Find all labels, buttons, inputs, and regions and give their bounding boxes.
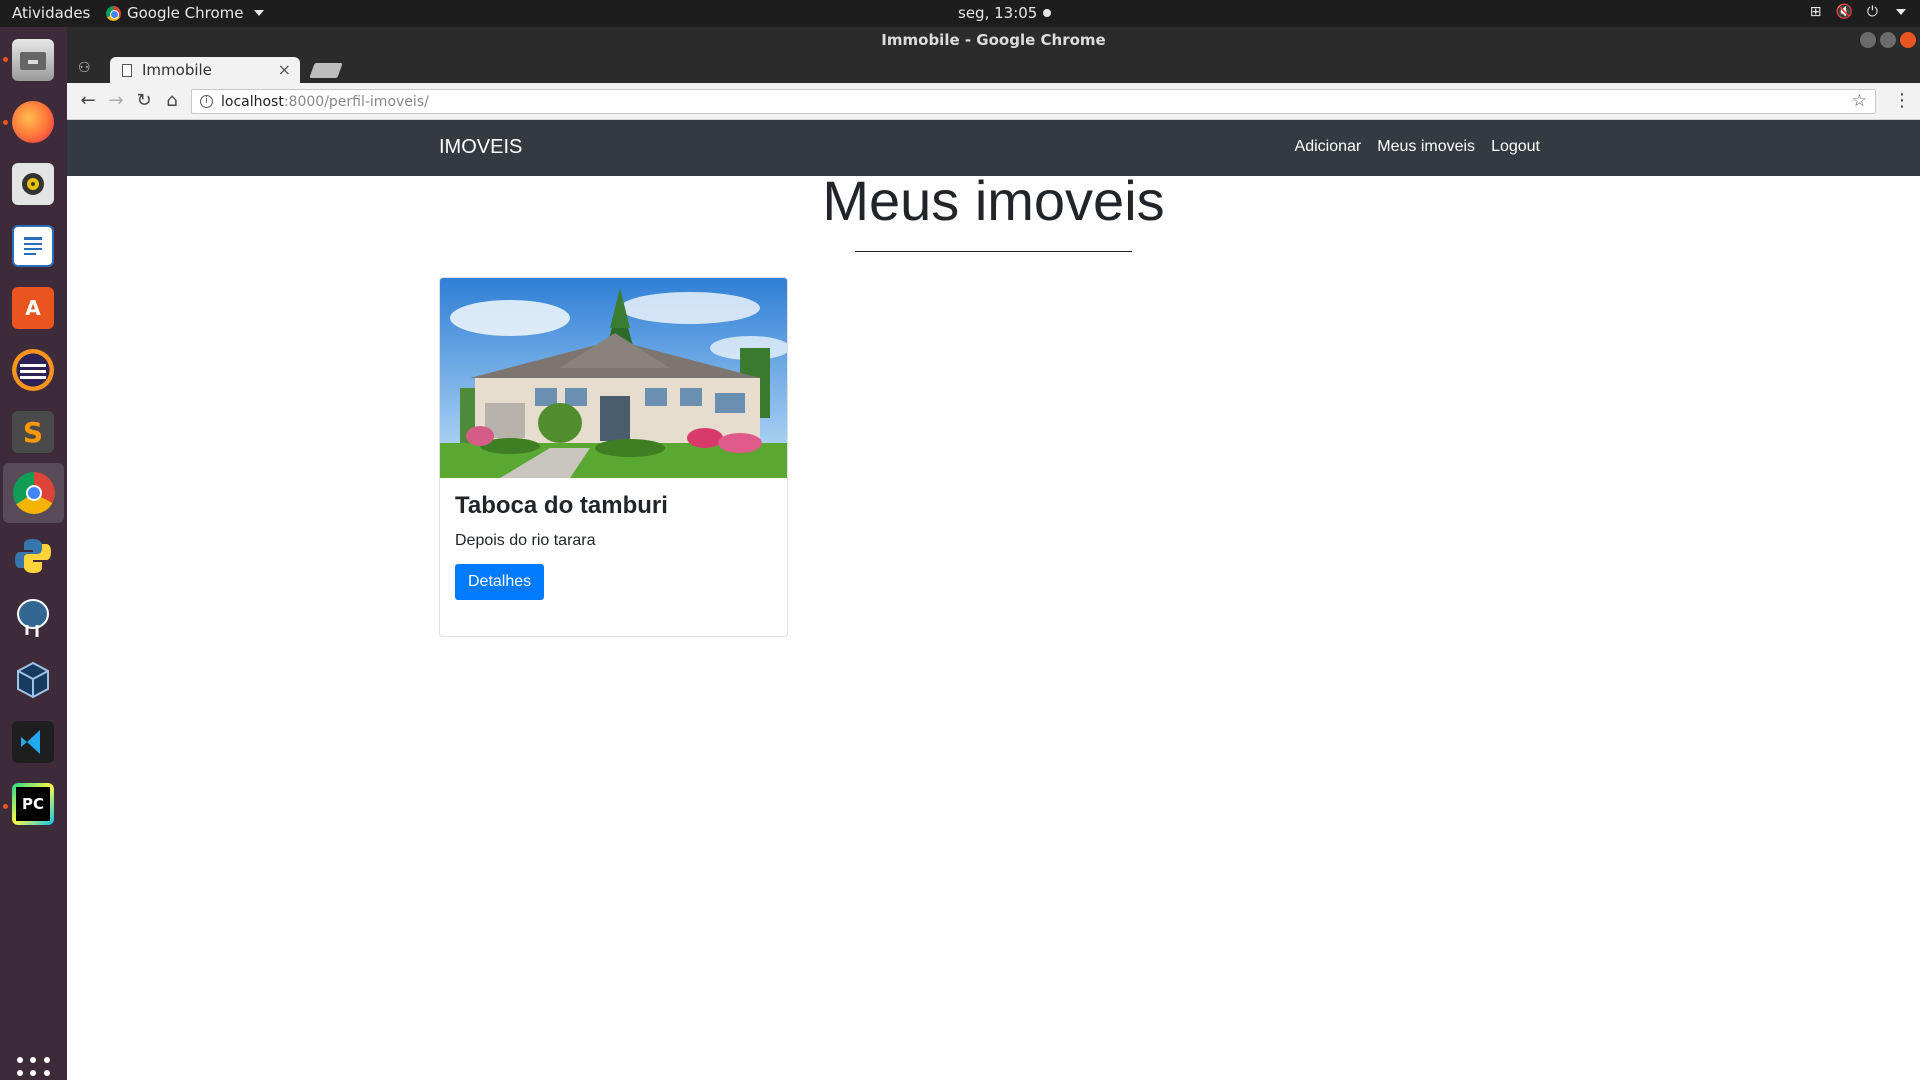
card-description: Depois do rio tarara [455,532,596,549]
tab-immobile[interactable]: Immobile × [110,57,300,83]
bookmark-star-icon[interactable]: ☆ [1852,91,1867,111]
notification-dot-icon [1043,9,1052,17]
clock-label: seg, 13:05 [958,4,1038,22]
browser-toolbar: ← → ↻ ⌂ i localhost:8000/perfil-imoveis/… [67,83,1920,120]
clock[interactable]: seg, 13:05 [958,4,1052,22]
network-icon[interactable]: ⊞ [1810,4,1822,20]
new-tab-button[interactable] [309,63,343,78]
virtualbox-icon [12,659,54,701]
dock-item-rhythmbox[interactable] [8,159,58,209]
card-title: Taboca do tamburi [455,492,668,519]
dock-item-vscode[interactable] [8,717,58,767]
dock-item-sublime-text[interactable]: S [8,407,58,457]
activities-button[interactable]: Atividades [12,4,90,22]
dock-item-eclipse[interactable] [8,345,58,395]
volume-icon[interactable]: 🔇 [1835,4,1852,20]
dock-item-firefox[interactable] [8,97,58,147]
dock-item-virtualbox[interactable] [8,655,58,705]
home-icon[interactable]: ⌂ [161,90,183,111]
chevron-down-icon[interactable] [1896,9,1906,15]
nav-link-meus-imoveis[interactable]: Meus imoveis [1377,138,1475,156]
dock: A S PC [0,27,67,1090]
title-divider [855,251,1132,252]
forward-arrow-icon[interactable]: → [105,90,127,111]
pycharm-icon: PC [12,783,54,825]
tab-title: Immobile [142,61,212,79]
app-menu[interactable]: Google Chrome [106,4,264,22]
chevron-down-icon [253,10,264,16]
file-manager-icon [12,39,54,81]
property-image [440,278,787,478]
close-window-button[interactable] [1900,32,1916,48]
chrome-icon [106,5,121,21]
navbar-links: Adicionar Meus imoveis Logout [1295,138,1540,156]
python-icon [12,535,54,577]
dock-item-google-chrome[interactable] [3,463,64,523]
property-card: Taboca do tamburi Depois do rio tarara D… [439,277,788,637]
minimize-button[interactable] [1860,32,1876,48]
window-titlebar[interactable]: Immobile - Google Chrome [67,27,1920,54]
window-title: Immobile - Google Chrome [881,31,1106,49]
navbar-brand[interactable]: IMOVEIS [439,136,522,159]
dock-item-ubuntu-software[interactable]: A [8,283,58,333]
system-tray[interactable]: ⊞ 🔇 ⏻ [1810,4,1906,20]
elephant-icon [12,597,54,639]
app-menu-label: Google Chrome [127,4,244,22]
power-icon[interactable]: ⏻ [1867,4,1878,20]
chrome-icon [12,472,55,514]
show-applications-icon[interactable] [17,1057,51,1091]
maximize-button[interactable] [1880,32,1896,48]
tab-strip: ⚇ Immobile × [67,54,1920,83]
card-body: Taboca do tamburi Depois do rio tarara D… [440,478,787,614]
url-path: :8000/perfil-imoveis/ [283,93,429,110]
address-bar[interactable]: i localhost:8000/perfil-imoveis/ ☆ [191,89,1876,114]
eclipse-icon [12,349,54,391]
close-icon[interactable]: × [278,60,291,79]
window-controls [1860,32,1916,48]
chrome-menu-icon[interactable]: ⋮ [1893,90,1911,111]
firefox-icon [12,101,54,143]
system-top-bar: Atividades Google Chrome seg, 13:05 ⊞ 🔇 … [0,0,1920,27]
vscode-icon [12,721,54,763]
page-icon [122,63,132,77]
speaker-icon [12,163,54,205]
sublime-icon: S [12,411,54,453]
url-host: localhost [221,93,284,110]
writer-icon [12,225,54,267]
reload-icon[interactable]: ↻ [133,90,155,111]
info-icon[interactable]: i [200,95,213,108]
page-viewport: IMOVEIS Adicionar Meus imoveis Logout Me… [67,120,1920,1080]
dock-item-python[interactable] [8,531,58,581]
nav-link-logout[interactable]: Logout [1491,138,1540,156]
software-bag-icon: A [12,287,54,329]
details-button[interactable]: Detalhes [455,564,545,600]
page-title: Meus imoveis [822,169,1165,232]
back-arrow-icon[interactable]: ← [77,90,99,111]
dock-item-libreoffice-writer[interactable] [8,221,58,271]
dock-item-pycharm[interactable]: PC [8,779,58,829]
tab-search-icon[interactable]: ⚇ [78,60,91,76]
nav-link-adicionar[interactable]: Adicionar [1295,138,1362,156]
dock-item-file-manager[interactable] [8,35,58,85]
dock-item-postgresql[interactable] [8,593,58,643]
